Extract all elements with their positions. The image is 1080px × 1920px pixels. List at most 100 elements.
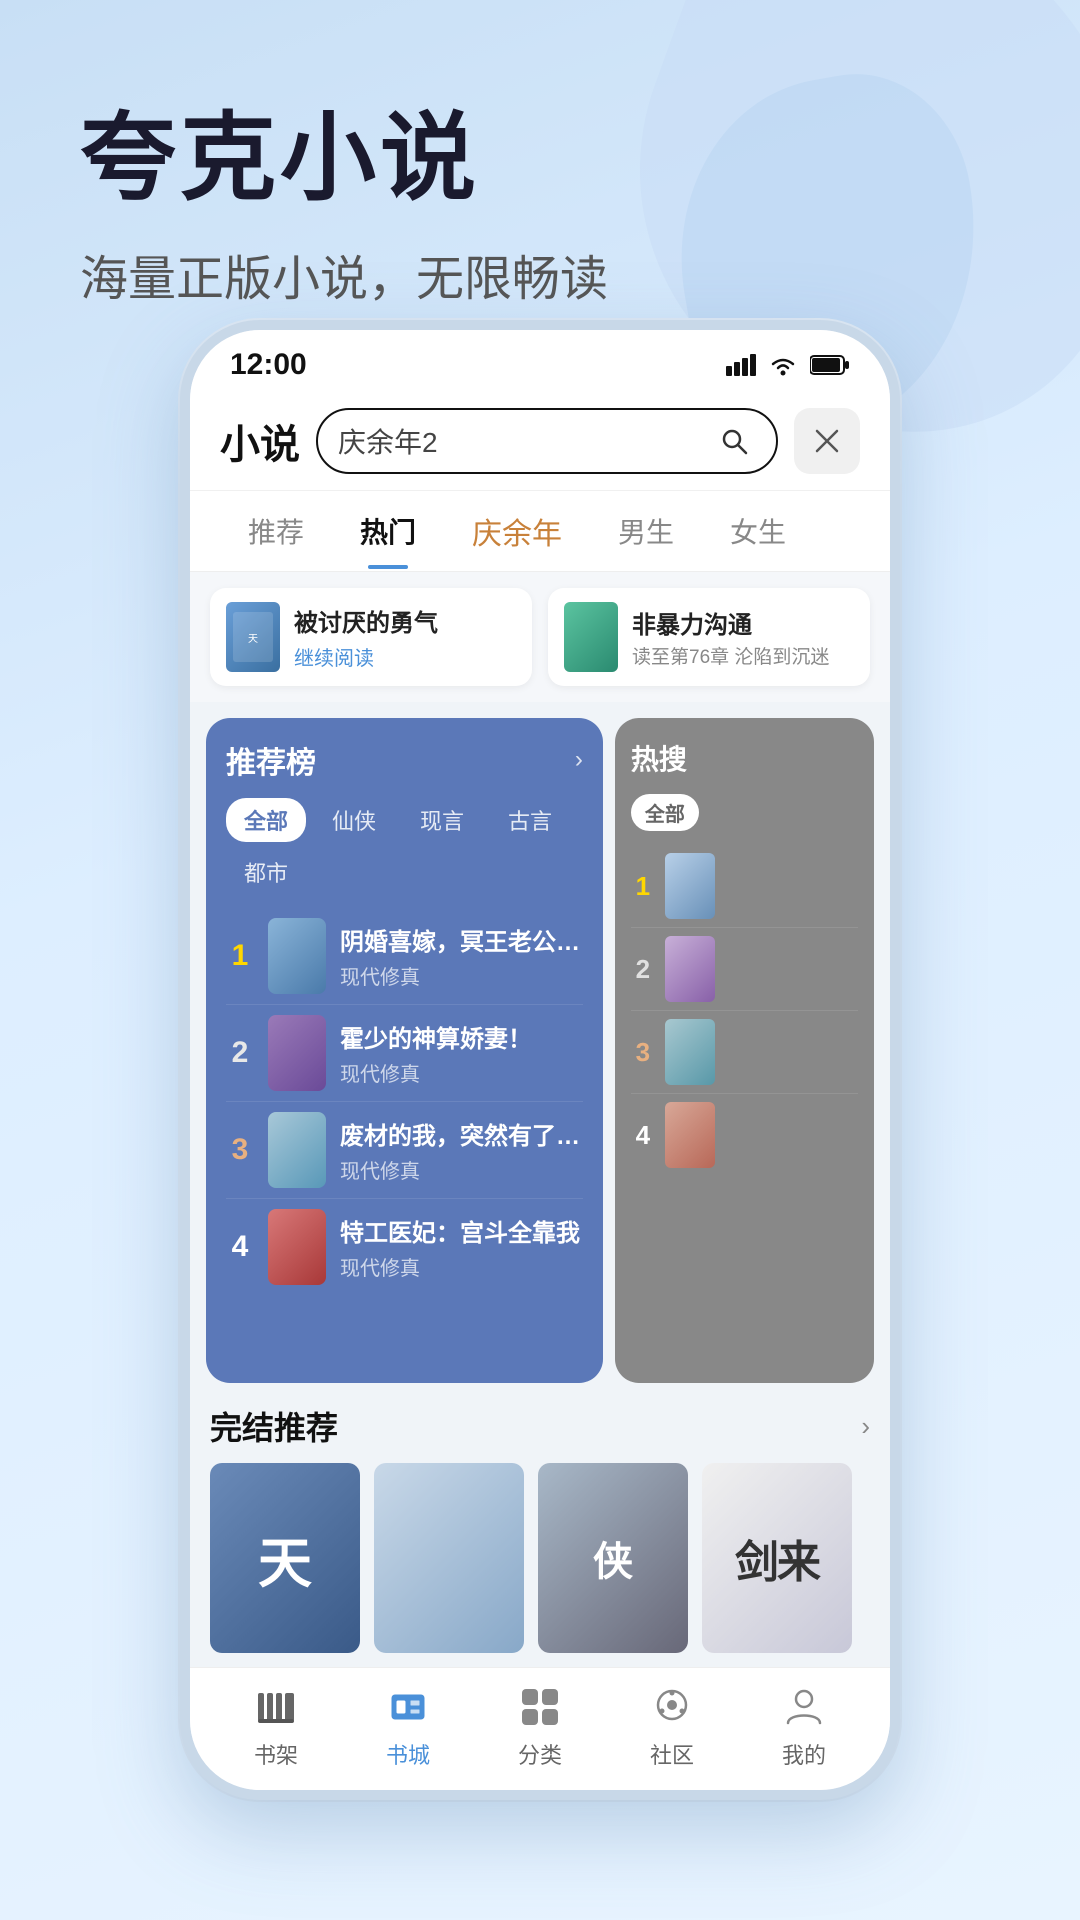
rec-filter-tabs: 全部 仙侠 现言 古言 都市 [226, 798, 583, 894]
completed-title: 完结推荐 [210, 1403, 338, 1449]
book-info-3: 废材的我，突然有了亿万年 现代修真 [340, 1116, 583, 1184]
hot-item-3[interactable]: 3 [631, 1011, 858, 1094]
book-thumb-2 [268, 1015, 326, 1091]
completed-book-3[interactable]: 侠 [538, 1463, 688, 1653]
nav-bookshelf[interactable]: 书架 [251, 1682, 301, 1770]
nav-tabs: 推荐 热门 庆余年 男生 女生 [190, 491, 890, 572]
book-item-4[interactable]: 4 特工医妃：宫斗全靠我 现代修真 [226, 1199, 583, 1295]
hot-rank-2: 2 [631, 954, 655, 985]
nav-bookstore[interactable]: 书城 [383, 1682, 433, 1770]
recent-title-1: 被讨厌的勇气 [294, 603, 516, 638]
section-header: 完结推荐 › [210, 1403, 870, 1449]
book-name-2: 霍少的神算娇妻！ [340, 1019, 583, 1054]
tab-female[interactable]: 女生 [702, 493, 814, 569]
filter-tab-xianxia[interactable]: 仙侠 [314, 798, 394, 842]
filter-tab-all[interactable]: 全部 [226, 798, 306, 842]
book-thumb-4 [268, 1209, 326, 1285]
profile-label: 我的 [782, 1738, 826, 1770]
recent-progress-2: 读至第76章 沦陷到沉迷 [632, 642, 854, 669]
svg-text:天: 天 [248, 634, 258, 645]
book-item-1[interactable]: 1 阴婚喜嫁，冥王老公沦陷了 现代修真 [226, 908, 583, 1005]
rec-list-more[interactable]: › [575, 746, 583, 774]
hot-thumb-3 [665, 1019, 715, 1085]
recent-info-2: 非暴力沟通 读至第76章 沦陷到沉迷 [632, 605, 854, 669]
community-label: 社区 [650, 1738, 694, 1770]
phone-frame: 12:00 [180, 320, 900, 1800]
recent-card-1[interactable]: 天 被讨厌的勇气 继续阅读 [210, 588, 532, 686]
app-title: 小说 [220, 412, 300, 470]
hot-item-2[interactable]: 2 [631, 928, 858, 1011]
hot-filter-all[interactable]: 全部 [631, 794, 699, 831]
completed-book-4[interactable]: 剑来 [702, 1463, 852, 1653]
search-button[interactable] [712, 419, 756, 463]
rec-list: 推荐榜 › 全部 仙侠 现言 古言 都市 1 [206, 718, 603, 1383]
community-icon [647, 1682, 697, 1732]
book-genre-1: 现代修真 [340, 961, 583, 990]
rank-4: 4 [226, 1230, 254, 1264]
signal-icon [726, 354, 756, 376]
book-genre-2: 现代修真 [340, 1058, 583, 1087]
bookshelf-icon [251, 1682, 301, 1732]
book-info-4: 特工医妃：宫斗全靠我 现代修真 [340, 1213, 583, 1281]
hot-list: 热搜 全部 1 2 3 [615, 718, 874, 1383]
hot-thumb-1 [665, 853, 715, 919]
completed-book-2[interactable] [374, 1463, 524, 1653]
nav-profile[interactable]: 我的 [779, 1682, 829, 1770]
recent-info-1: 被讨厌的勇气 继续阅读 [294, 603, 516, 671]
category-icon [515, 1682, 565, 1732]
status-icons [726, 354, 850, 376]
nav-category[interactable]: 分类 [515, 1682, 565, 1770]
tab-recommend[interactable]: 推荐 [220, 493, 332, 569]
recent-reads: 天 被讨厌的勇气 继续阅读 非暴力沟通 读至第76章 沦陷到沉迷 [190, 572, 890, 702]
hot-thumb-2 [665, 936, 715, 1002]
category-label: 分类 [518, 1738, 562, 1770]
book-item-2[interactable]: 2 霍少的神算娇妻！ 现代修真 [226, 1005, 583, 1102]
recent-action-1: 继续阅读 [294, 642, 516, 671]
hot-list-header: 热搜 [631, 738, 858, 778]
book-info-2: 霍少的神算娇妻！ 现代修真 [340, 1019, 583, 1087]
book-cover-2 [564, 602, 618, 672]
filter-tab-guyan[interactable]: 古言 [490, 798, 570, 842]
filter-tab-xiandai[interactable]: 现言 [402, 798, 482, 842]
lists-row: 推荐榜 › 全部 仙侠 现言 古言 都市 1 [190, 702, 890, 1383]
recent-card-2[interactable]: 非暴力沟通 读至第76章 沦陷到沉迷 [548, 588, 870, 686]
completed-book-1[interactable]: 天 [210, 1463, 360, 1653]
completed-section: 完结推荐 › 天 侠 剑来 [190, 1383, 890, 1667]
book-name-3: 废材的我，突然有了亿万年 [340, 1116, 583, 1151]
promo-title: 夸克小说 [80, 80, 1000, 219]
bookstore-label: 书城 [386, 1738, 430, 1770]
tab-male[interactable]: 男生 [590, 493, 702, 569]
status-bar: 12:00 [190, 330, 890, 392]
promo-subtitle: 海量正版小说，无限畅读 [80, 239, 1000, 309]
rec-list-title: 推荐榜 [226, 738, 316, 782]
rec-list-header: 推荐榜 › [226, 738, 583, 782]
content-area: 推荐榜 › 全部 仙侠 现言 古言 都市 1 [190, 702, 890, 1667]
completed-books: 天 侠 剑来 [210, 1463, 870, 1653]
book-genre-4: 现代修真 [340, 1252, 583, 1281]
hot-item-1[interactable]: 1 [631, 845, 858, 928]
wifi-icon [768, 354, 798, 376]
book-thumb-3 [268, 1112, 326, 1188]
book-name-4: 特工医妃：宫斗全靠我 [340, 1213, 583, 1248]
filter-tab-dushi[interactable]: 都市 [226, 850, 306, 894]
hot-item-4[interactable]: 4 [631, 1094, 858, 1176]
book-thumb-1 [268, 918, 326, 994]
book-item-3[interactable]: 3 废材的我，突然有了亿万年 现代修真 [226, 1102, 583, 1199]
completed-more[interactable]: › [861, 1411, 870, 1442]
rank-2: 2 [226, 1036, 254, 1070]
hot-rank-3: 3 [631, 1037, 655, 1068]
status-time: 12:00 [230, 348, 307, 382]
book-cover-1: 天 [226, 602, 280, 672]
search-text[interactable]: 庆余年2 [338, 421, 702, 461]
hot-list-title: 热搜 [631, 738, 687, 778]
close-button[interactable] [794, 408, 860, 474]
bottom-nav: 书架 书城 [190, 1667, 890, 1790]
bookstore-icon [383, 1682, 433, 1732]
tab-hot[interactable]: 热门 [332, 493, 444, 569]
tab-special[interactable]: 庆余年 [444, 491, 590, 571]
hot-rank-4: 4 [631, 1120, 655, 1151]
search-bar[interactable]: 庆余年2 [316, 408, 778, 474]
nav-community[interactable]: 社区 [647, 1682, 697, 1770]
hot-filter-tabs: 全部 [631, 794, 858, 831]
hot-thumb-4 [665, 1102, 715, 1168]
